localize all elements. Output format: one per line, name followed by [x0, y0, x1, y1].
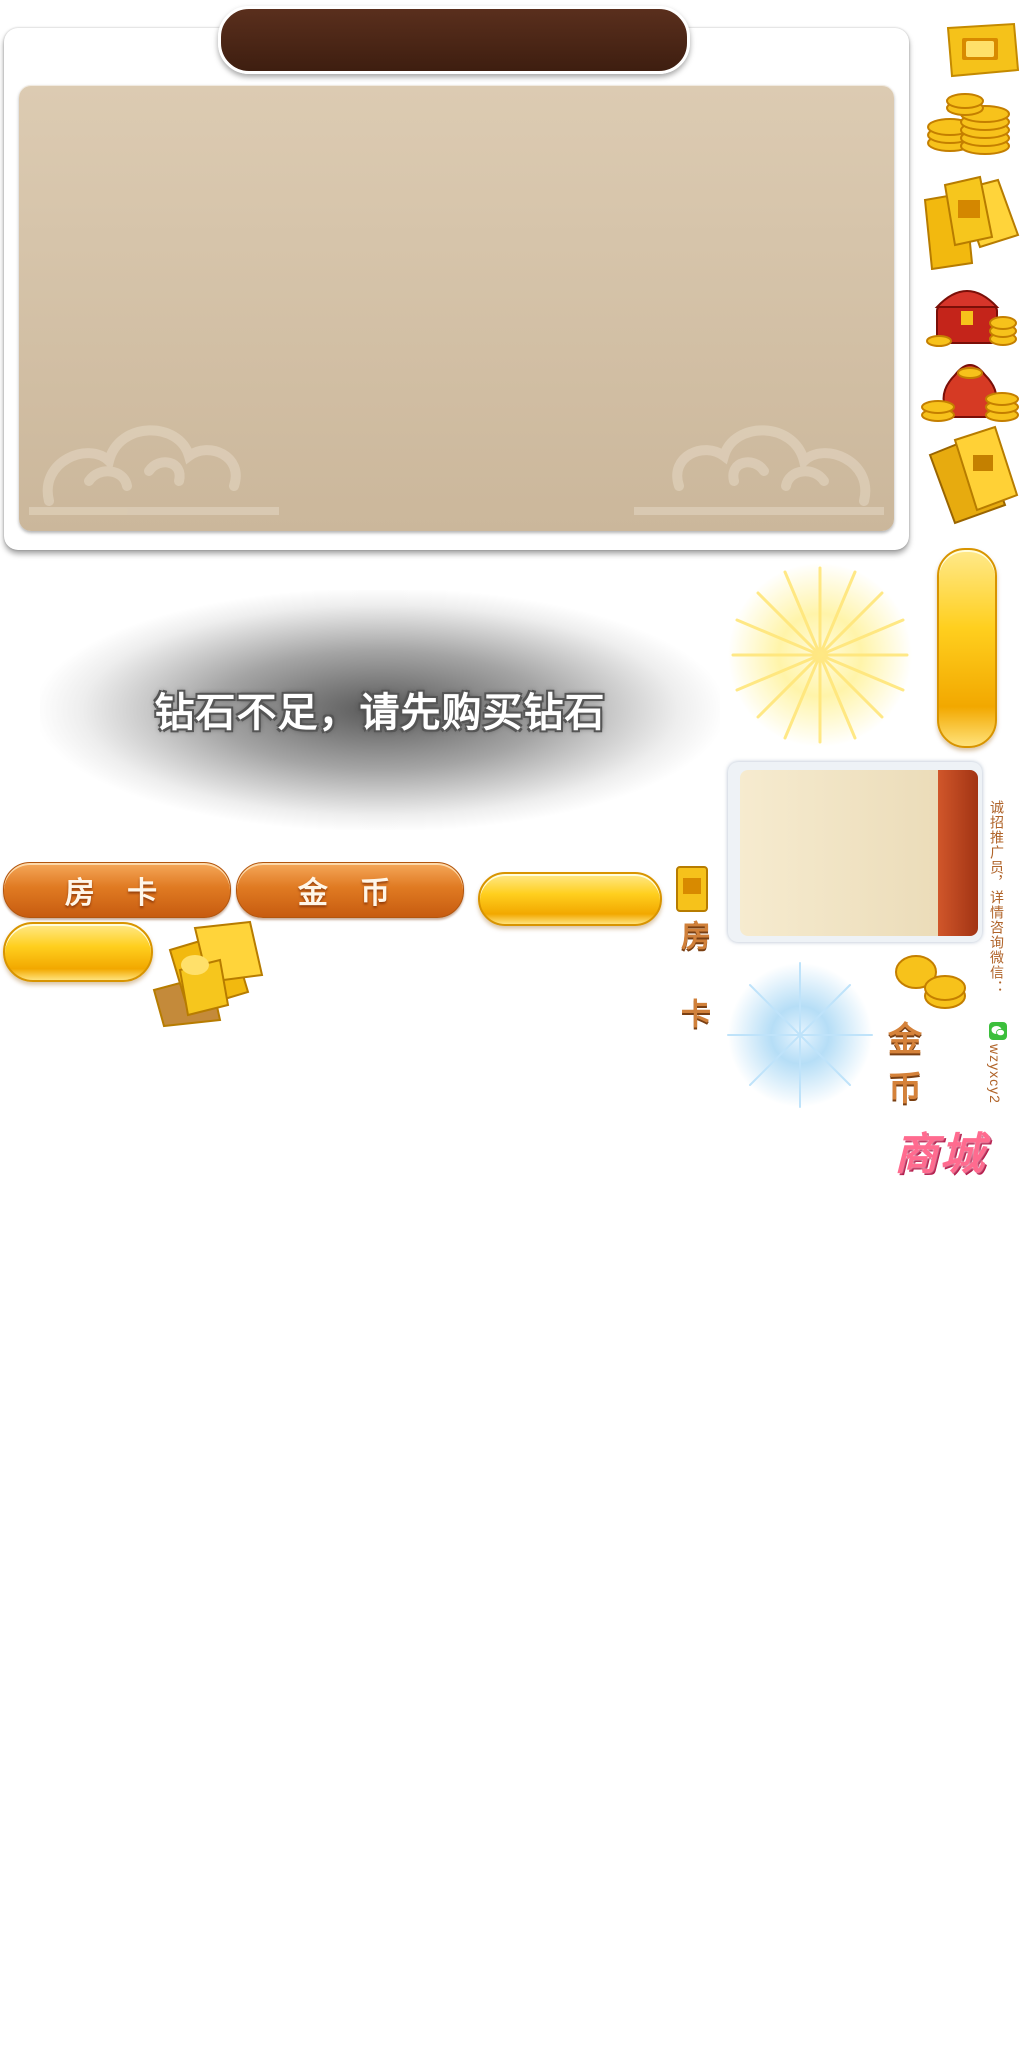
- gold-coin-icon: [895, 955, 966, 1009]
- gold-small-button[interactable]: [3, 922, 153, 982]
- gold-vertical-bar: [937, 548, 997, 748]
- tab-room-card[interactable]: 房 卡: [3, 862, 231, 918]
- promo-panel-spine: [938, 770, 978, 936]
- dialog-content-panel: [19, 85, 894, 531]
- gold-action-button[interactable]: [478, 872, 662, 926]
- card-wallet-icon: [928, 425, 1019, 525]
- card-pile-icon: [152, 920, 264, 1028]
- blue-sparkle-icon: [727, 962, 873, 1108]
- promo-panel-body: [740, 770, 938, 936]
- room-card-label: 房 卡: [676, 920, 709, 1049]
- card-stack-icon: [923, 175, 1020, 270]
- shop-label: 商城: [894, 1130, 986, 1179]
- toast-message: 钻石不足，请先购买钻石: [154, 691, 606, 735]
- coin-bag-icon: [921, 364, 1019, 422]
- promo-text: 诚招推广员，详情咨询微信：: [989, 800, 1005, 995]
- cloud-decoration-left: [29, 425, 279, 515]
- sunburst-icon: [728, 563, 912, 747]
- dialog-title-bar: [218, 6, 690, 74]
- coin-pile-icon: [927, 93, 1010, 155]
- cloud-decoration-right: [634, 425, 884, 515]
- room-card-icon: [946, 22, 1020, 78]
- gold-coin-label: 金 币: [888, 1021, 946, 1108]
- treasure-chest-icon: [926, 290, 1017, 347]
- room-card-small-icon: [676, 866, 708, 912]
- tab-gold-coin[interactable]: 金 币: [236, 862, 464, 918]
